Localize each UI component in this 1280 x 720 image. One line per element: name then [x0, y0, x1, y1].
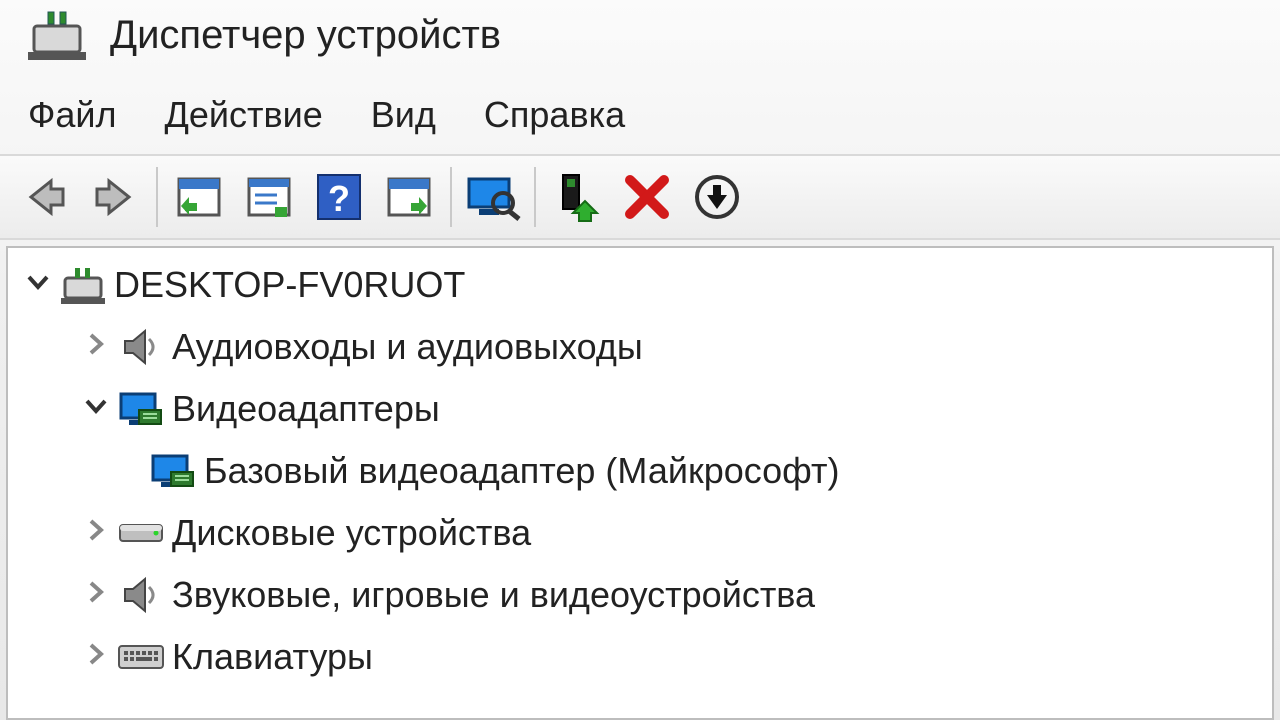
device-manager-window: Диспетчер устройств Файл Действие Вид Сп…: [0, 0, 1280, 720]
toolbar-separator: [156, 167, 158, 227]
tree-item-label: Клавиатуры: [166, 636, 373, 678]
monitor-search-icon: [465, 173, 521, 221]
panel-right-icon: [385, 173, 433, 221]
window-title: Диспетчер устройств: [110, 13, 501, 58]
device-up-icon: [553, 171, 601, 223]
tree-item-display-adapters[interactable]: Видеоадаптеры: [8, 378, 1272, 440]
chevron-right-icon[interactable]: [76, 641, 116, 673]
keyboard-icon: [116, 642, 166, 672]
chevron-right-icon[interactable]: [76, 517, 116, 549]
speaker-icon: [116, 575, 166, 615]
x-icon: [624, 174, 670, 220]
properties-button[interactable]: [234, 162, 304, 232]
back-button[interactable]: [10, 162, 80, 232]
menu-file[interactable]: Файл: [28, 94, 117, 136]
forward-button[interactable]: [80, 162, 150, 232]
help-icon: ?: [316, 173, 362, 221]
display-adapter-icon: [116, 390, 166, 428]
tree-item-disk-drives[interactable]: Дисковые устройства: [8, 502, 1272, 564]
menu-action[interactable]: Действие: [165, 94, 323, 136]
chevron-right-icon[interactable]: [76, 331, 116, 363]
refresh-button[interactable]: [374, 162, 444, 232]
speaker-icon: [116, 327, 166, 367]
toolbar: ?: [0, 154, 1280, 240]
help-button[interactable]: ?: [304, 162, 374, 232]
tree-item-sound-game-video[interactable]: Звуковые, игровые и видеоустройства: [8, 564, 1272, 626]
computer-icon: [58, 266, 108, 304]
toolbar-separator: [450, 167, 452, 227]
tree-item-label: Базовый видеоадаптер (Майкрософт): [198, 450, 839, 492]
svg-text:?: ?: [328, 178, 350, 219]
tree-root-node[interactable]: DESKTOP-FV0RUOT: [8, 254, 1272, 316]
tree-item-label: Видеоадаптеры: [166, 388, 440, 430]
display-adapter-icon: [148, 452, 198, 490]
menubar: Файл Действие Вид Справка: [0, 80, 1280, 154]
arrow-right-icon: [91, 177, 139, 217]
update-driver-button[interactable]: [542, 162, 612, 232]
circle-arrow-down-icon: [693, 173, 741, 221]
arrow-left-icon: [21, 177, 69, 217]
tree-item-basic-display[interactable]: Базовый видеоадаптер (Майкрософт): [8, 440, 1272, 502]
device-manager-icon: [28, 10, 86, 60]
tree-item-keyboards[interactable]: Клавиатуры: [8, 626, 1272, 688]
menu-view[interactable]: Вид: [371, 94, 436, 136]
tree-root-label: DESKTOP-FV0RUOT: [108, 264, 465, 306]
toolbar-separator: [534, 167, 536, 227]
titlebar: Диспетчер устройств: [0, 0, 1280, 80]
panel-list-icon: [245, 173, 293, 221]
chevron-down-icon[interactable]: [18, 269, 58, 301]
chevron-right-icon[interactable]: [76, 579, 116, 611]
scan-button[interactable]: [458, 162, 528, 232]
menu-help[interactable]: Справка: [484, 94, 625, 136]
device-tree[interactable]: DESKTOP-FV0RUOT Аудиовходы и аудиовыходы: [6, 246, 1274, 720]
show-hidden-button[interactable]: [164, 162, 234, 232]
tree-item-label: Аудиовходы и аудиовыходы: [166, 326, 643, 368]
chevron-down-icon[interactable]: [76, 393, 116, 425]
tree-item-label: Звуковые, игровые и видеоустройства: [166, 574, 815, 616]
tree-item-audio-io[interactable]: Аудиовходы и аудиовыходы: [8, 316, 1272, 378]
down-button[interactable]: [682, 162, 752, 232]
tree-item-label: Дисковые устройства: [166, 512, 531, 554]
panel-left-icon: [175, 173, 223, 221]
remove-button[interactable]: [612, 162, 682, 232]
disk-drive-icon: [116, 519, 166, 547]
